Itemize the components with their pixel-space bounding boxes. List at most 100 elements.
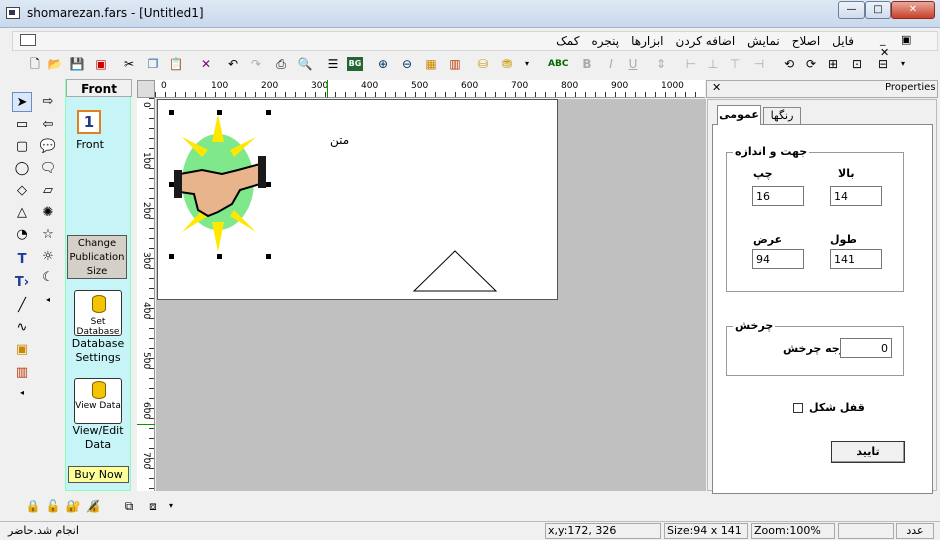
menu-window[interactable]: پنجره [585, 33, 625, 49]
close-button[interactable]: ✕ [891, 1, 935, 19]
star-tool-icon[interactable]: ☆ [38, 225, 58, 245]
database-icon[interactable]: ⛁ [474, 54, 492, 74]
table-icon[interactable]: ▥ [446, 54, 464, 74]
background-icon[interactable]: BG [347, 57, 363, 71]
change-publication-size-button[interactable]: Change Publication Size [67, 235, 127, 279]
curve-tool-icon[interactable]: ∿ [12, 318, 32, 338]
picture-tool-icon[interactable]: ▣ [12, 340, 32, 360]
grid-icon[interactable]: ▦ [422, 54, 440, 74]
lock-all-icon[interactable]: 🔐 [64, 496, 82, 516]
spellcheck-icon[interactable]: ABC [548, 54, 568, 74]
arrow-right-tool-icon[interactable]: ⇨ [38, 92, 58, 112]
selection-handle[interactable] [217, 254, 222, 259]
menu-file[interactable]: فایل [826, 33, 860, 49]
center-v-icon[interactable]: ⊡ [848, 54, 866, 74]
handshake-clipart[interactable] [172, 112, 268, 257]
pointer-tool-icon[interactable]: ➤ [12, 92, 32, 112]
confirm-button[interactable]: تایید [831, 441, 905, 463]
seal-tool-icon[interactable]: ✺ [38, 203, 58, 223]
print-icon[interactable]: ⎙ [272, 54, 290, 74]
align-left-icon[interactable]: ⊢ [682, 54, 700, 74]
page-thumbnail[interactable]: 1 [77, 110, 101, 134]
selection-handle[interactable] [169, 110, 174, 115]
left-field[interactable]: 16 [752, 186, 804, 206]
unlock-icon[interactable]: 🔓 [44, 496, 62, 516]
sun-tool-icon[interactable]: ☼ [38, 247, 58, 267]
arrow-left-tool-icon[interactable]: ⇦ [38, 115, 58, 135]
triangle-shape[interactable] [412, 249, 498, 293]
chevron-down-icon[interactable]: ▾ [518, 54, 536, 74]
tab-front[interactable]: Front [66, 79, 132, 97]
bring-forward-icon[interactable]: ⧉ [120, 496, 138, 516]
menu-insert[interactable]: اضافه کردن [670, 33, 742, 49]
send-backward-icon[interactable]: ⧈ [144, 496, 162, 516]
center-h-icon[interactable]: ⊞ [824, 54, 842, 74]
rotation-field[interactable]: 0 [840, 338, 892, 358]
maximize-button[interactable]: □ [865, 1, 891, 19]
height-field[interactable]: 141 [830, 249, 882, 269]
triangle-tool-icon[interactable]: △ [12, 203, 32, 223]
parallelogram-tool-icon[interactable]: ▱ [38, 181, 58, 201]
menu-view[interactable]: نمایش [741, 33, 786, 49]
italic-icon[interactable]: I [602, 54, 620, 74]
undo-icon[interactable]: ↶ [224, 54, 242, 74]
zoom-out-icon[interactable]: ⊖ [398, 54, 416, 74]
rotate-right-icon[interactable]: ⟳ [802, 54, 820, 74]
callout-tool-icon[interactable]: 💬 [38, 137, 58, 157]
save-icon[interactable]: 💾 [68, 54, 86, 74]
underline-icon[interactable]: U [624, 54, 642, 74]
view-data-icon[interactable]: ⛃ [498, 54, 516, 74]
line-tool-icon[interactable]: ╱ [12, 296, 32, 316]
ellipse-tool-icon[interactable]: ◯ [12, 159, 32, 179]
copy-icon[interactable]: ❐ [144, 54, 162, 74]
chevron-left-icon[interactable]: ◂ [38, 290, 58, 310]
align-center-icon[interactable]: ⊥ [704, 54, 722, 74]
rounded-rect-tool-icon[interactable]: ▢ [12, 137, 32, 157]
rectangle-tool-icon[interactable]: ▭ [12, 115, 32, 135]
tab-general[interactable]: عمومی [717, 105, 761, 125]
selection-handle[interactable] [217, 110, 222, 115]
cut-icon[interactable]: ✂ [120, 54, 138, 74]
document-icon[interactable] [20, 34, 36, 46]
lock-shape-checkbox[interactable] [793, 403, 803, 413]
tab-colors[interactable]: رنگها [763, 107, 801, 125]
properties-icon[interactable]: ☰ [324, 54, 342, 74]
text-frame-tool-icon[interactable]: T› [12, 273, 32, 293]
open-icon[interactable]: 📂 [46, 54, 64, 74]
align-top-icon[interactable]: ⊤ [726, 54, 744, 74]
selection-handle[interactable] [169, 182, 174, 187]
distribute-icon[interactable]: ⇕ [652, 54, 670, 74]
pdf-icon[interactable]: ▣ [92, 54, 110, 74]
chevron-down-icon[interactable]: ▾ [162, 496, 180, 516]
chevron-left-icon[interactable]: ◂ [12, 383, 32, 403]
callout2-tool-icon[interactable]: 🗨 [38, 159, 58, 179]
text-object[interactable]: متن [330, 133, 349, 147]
delete-icon[interactable]: ✕ [197, 54, 215, 74]
selection-handle[interactable] [169, 254, 174, 259]
buy-now-button[interactable]: Buy Now [68, 466, 129, 483]
menu-tools[interactable]: ابزارها [625, 33, 669, 49]
group-icon[interactable]: ⊟ [874, 54, 892, 74]
selection-handle[interactable] [266, 110, 271, 115]
bold-icon[interactable]: B [578, 54, 596, 74]
set-database-button[interactable]: Set Database [74, 290, 122, 337]
align-right-icon[interactable]: ⊣ [750, 54, 768, 74]
view-data-button[interactable]: View Data [74, 378, 122, 424]
pie-tool-icon[interactable]: ◔ [12, 225, 32, 245]
chevron-down-icon[interactable]: ▾ [894, 54, 912, 74]
paste-icon[interactable]: 📋 [167, 54, 185, 74]
top-field[interactable]: 14 [830, 186, 882, 206]
diamond-tool-icon[interactable]: ◇ [12, 181, 32, 201]
width-field[interactable]: 94 [752, 249, 804, 269]
rotate-left-icon[interactable]: ⟲ [780, 54, 798, 74]
unlock-all-icon[interactable]: 🔏 [84, 496, 102, 516]
menu-help[interactable]: کمک [550, 33, 585, 49]
selection-handle[interactable] [266, 182, 271, 187]
redo-icon[interactable]: ↷ [247, 54, 265, 74]
text-tool-icon[interactable]: T [12, 250, 32, 270]
new-icon[interactable]: 🗋 [26, 54, 44, 74]
chart-tool-icon[interactable]: ▥ [12, 363, 32, 383]
close-icon[interactable]: ✕ [712, 81, 721, 94]
menu-edit[interactable]: اصلاح [786, 33, 826, 49]
selection-handle[interactable] [266, 254, 271, 259]
